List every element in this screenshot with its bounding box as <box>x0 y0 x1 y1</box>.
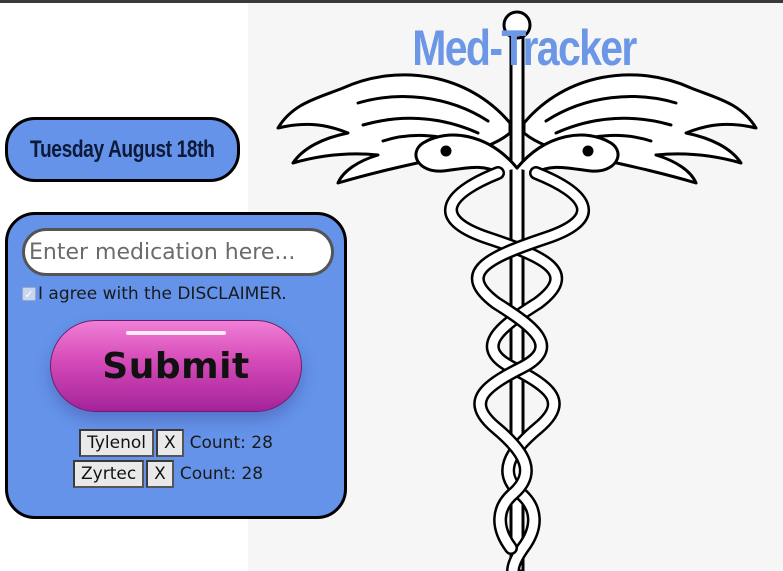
medication-form: ✓ I agree with the DISCLAIMER. Submit Ty… <box>5 212 347 519</box>
checkmark-icon[interactable]: ✓ <box>22 287 36 301</box>
remove-button-zyrtec[interactable]: X <box>146 459 174 488</box>
submit-label: Submit <box>102 345 250 387</box>
list-item: Zyrtec X Count: 28 <box>8 458 344 489</box>
medication-button-tylenol[interactable]: Tylenol <box>79 428 154 457</box>
gloss-highlight <box>126 331 226 335</box>
date-label: Tuesday August 18th <box>30 135 215 163</box>
submit-button[interactable]: Submit <box>50 320 302 412</box>
medication-button-zyrtec[interactable]: Zyrtec <box>73 459 145 488</box>
date-badge: Tuesday August 18th <box>5 117 240 182</box>
list-item: Tylenol X Count: 28 <box>8 427 344 458</box>
disclaimer-row[interactable]: ✓ I agree with the DISCLAIMER. <box>22 284 287 304</box>
app-title: Med-Tracker <box>412 20 637 76</box>
count-label: Count: 28 <box>179 463 264 484</box>
disclaimer-label: I agree with the DISCLAIMER. <box>38 284 287 304</box>
count-label: Count: 28 <box>189 432 273 453</box>
medication-input[interactable] <box>22 228 334 276</box>
medication-list: Tylenol X Count: 28 Zyrtec X Count: 28 <box>8 427 344 489</box>
remove-button-tylenol[interactable]: X <box>155 428 184 457</box>
